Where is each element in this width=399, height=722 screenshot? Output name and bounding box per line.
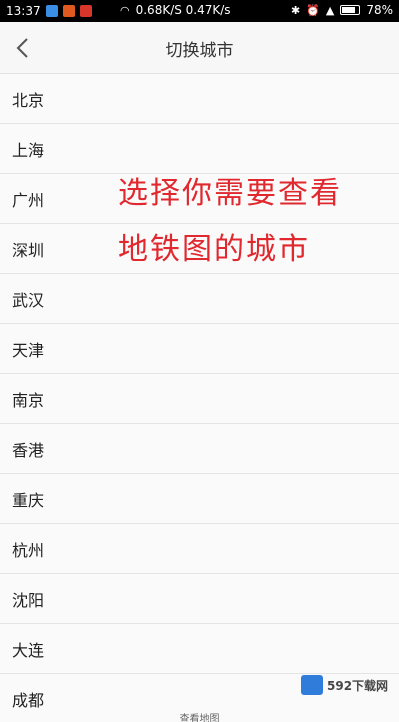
city-item-hangzhou[interactable]: 杭州 [0,524,399,574]
watermark: 592下载网 [301,672,393,698]
city-item-wuhan[interactable]: 武汉 [0,274,399,324]
signal-icon: ▲ [325,3,335,17]
page-title: 切换城市 [165,41,234,61]
app-icon-2 [79,5,92,17]
status-time: 13:37 [6,4,41,18]
city-item-chongqing[interactable]: 重庆 [0,474,399,524]
city-item-dalian[interactable]: 大连 [0,624,399,674]
alarm-icon: ⏰ [306,3,320,17]
city-item-shanghai[interactable]: 上海 [0,124,399,174]
city-item-shenyang[interactable]: 沈阳 [0,574,399,624]
battery-level: 78% [366,3,393,17]
battery-icon [340,5,361,15]
city-item-hongkong[interactable]: 香港 [0,424,399,474]
notification-icon [45,5,58,17]
watermark-text: 592下载网 [327,678,389,693]
footer-hint: 查看地图 [179,714,220,722]
status-bar: 13:37 ◠ 0.68K/S 0.47K/s ✱ ⏰ ▲ 78% [0,0,399,22]
city-item-beijing[interactable]: 北京 [0,74,399,124]
overlay-caption-line1: 选择你需要查看 [118,176,342,211]
bluetooth-icon: ✱ [290,3,301,17]
network-speed: 0.68K/S 0.47K/s [135,3,231,17]
overlay-caption-line2: 地铁图的城市 [118,232,310,267]
city-item-nanjing[interactable]: 南京 [0,374,399,424]
app-icon [62,5,75,17]
watermark-logo-icon [301,675,323,695]
wifi-icon: ◠ [120,3,130,17]
app-header: 切换城市 [0,22,399,74]
city-item-tianjin[interactable]: 天津 [0,324,399,374]
